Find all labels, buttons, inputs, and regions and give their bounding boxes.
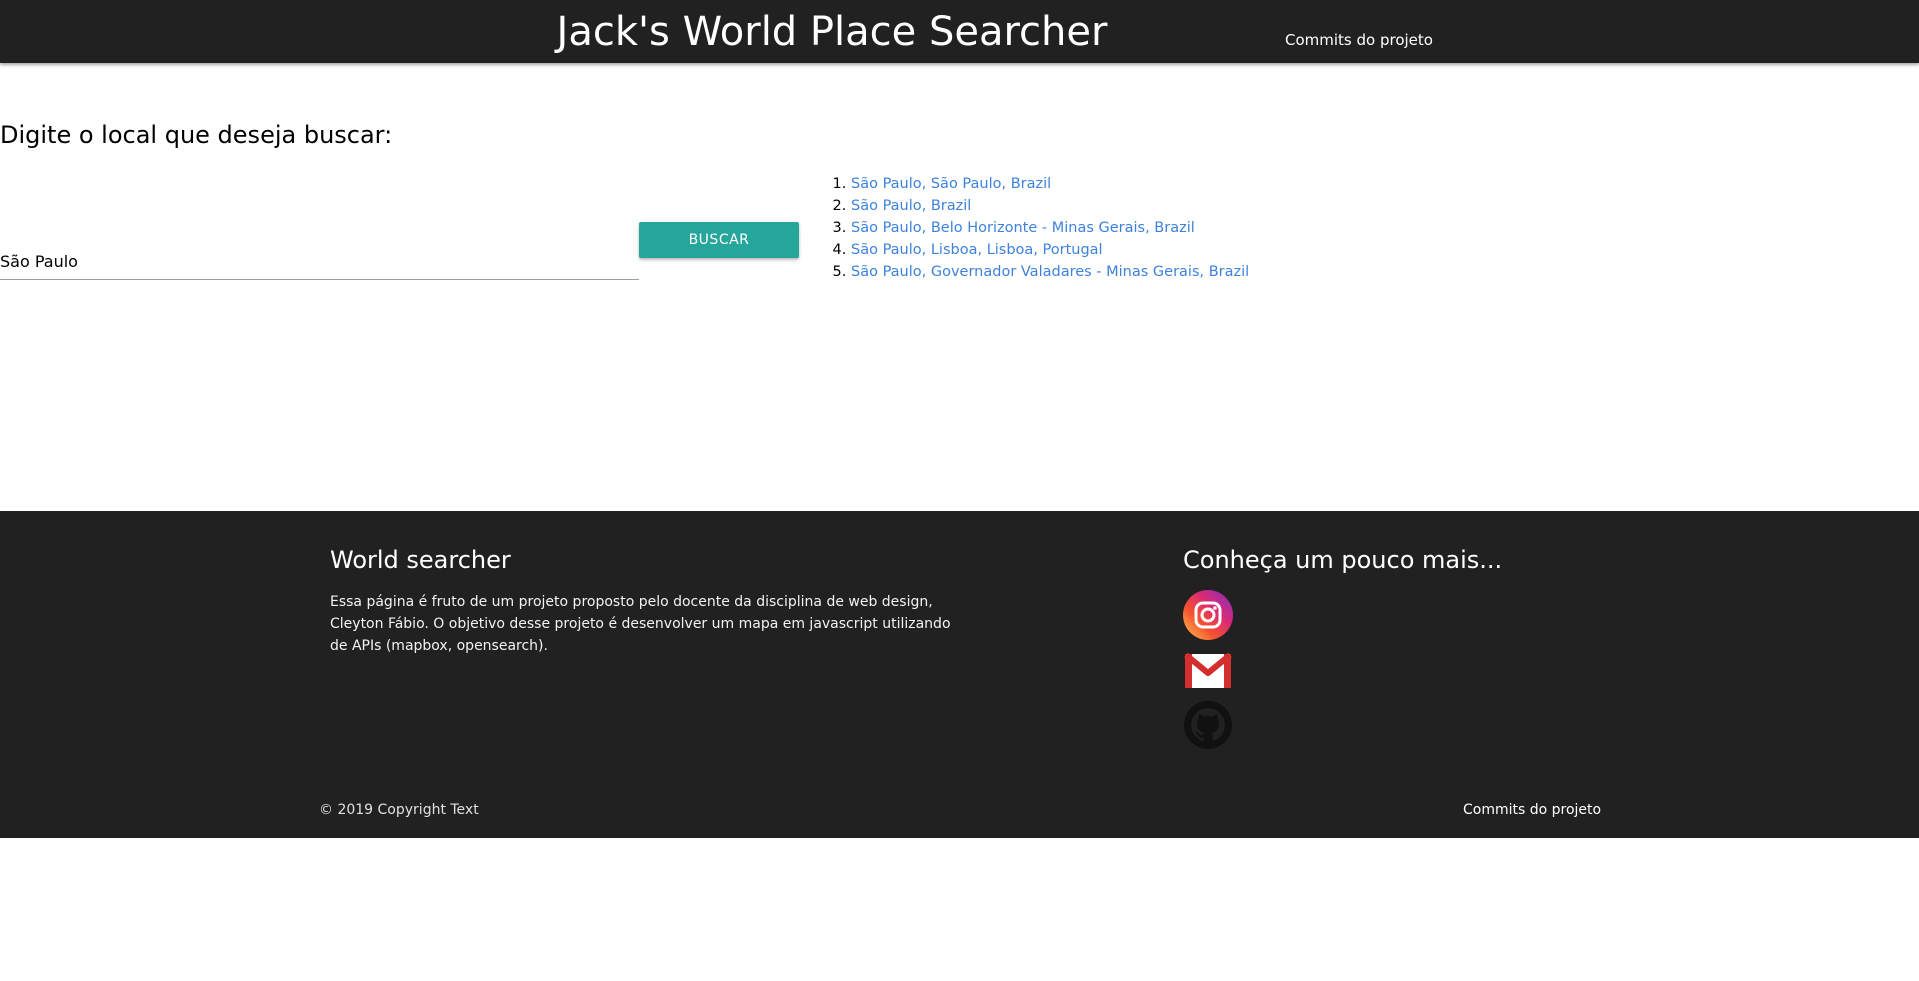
footer-social-title: Conheça um pouco mais... [1183, 546, 1503, 574]
copyright-text: © 2019 Copyright Text [319, 802, 479, 818]
results-list: São Paulo, São Paulo, Brazil São Paulo, … [834, 173, 1249, 283]
github-icon[interactable] [1183, 700, 1233, 750]
search-prompt: Digite o local que deseja buscar: [0, 121, 393, 149]
footer-description: Essa página é fruto de um projeto propos… [330, 594, 951, 654]
list-item: São Paulo, Brazil [851, 195, 1249, 217]
search-button[interactable]: BUSCAR [639, 222, 799, 258]
list-item: São Paulo, São Paulo, Brazil [851, 173, 1249, 195]
result-link[interactable]: São Paulo, Belo Horizonte - Minas Gerais… [851, 220, 1195, 236]
result-link[interactable]: São Paulo, Brazil [851, 198, 971, 214]
result-link[interactable]: São Paulo, São Paulo, Brazil [851, 176, 1051, 192]
gmail-icon[interactable] [1183, 645, 1233, 695]
result-link[interactable]: São Paulo, Governador Valadares - Minas … [851, 264, 1249, 280]
search-input[interactable] [0, 244, 639, 280]
list-item: São Paulo, Governador Valadares - Minas … [851, 261, 1249, 283]
footer-title: World searcher [330, 546, 511, 574]
footer-commits-link[interactable]: Commits do projeto [1463, 802, 1601, 818]
page-footer: World searcher Essa página é fruto de um… [0, 511, 1919, 838]
list-item: São Paulo, Belo Horizonte - Minas Gerais… [851, 217, 1249, 239]
instagram-icon[interactable] [1183, 590, 1233, 640]
list-item: São Paulo, Lisboa, Lisboa, Portugal [851, 239, 1249, 261]
result-link[interactable]: São Paulo, Lisboa, Lisboa, Portugal [851, 242, 1103, 258]
navbar: Jack's World Place Searcher Commits do p… [0, 0, 1919, 63]
commits-link[interactable]: Commits do projeto [1285, 30, 1433, 50]
